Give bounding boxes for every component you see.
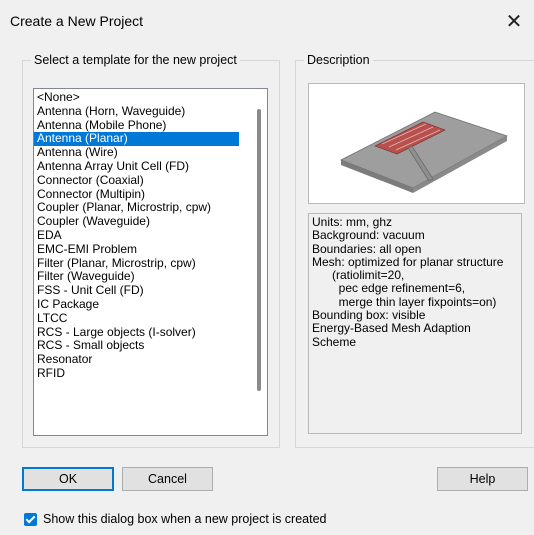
template-list-item[interactable]: Antenna (Mobile Phone) xyxy=(34,118,267,133)
help-button[interactable]: Help xyxy=(437,467,528,491)
description-group-legend: Description xyxy=(307,53,370,67)
title-bar: Create a New Project ✕ xyxy=(0,0,534,42)
template-list: <None> Antenna (Horn, Waveguide) Antenna (… xyxy=(34,89,267,381)
template-list-item[interactable]: RFID xyxy=(34,366,267,381)
description-line: Bounding box: visible xyxy=(312,308,426,323)
template-list-item[interactable]: Antenna (Planar) xyxy=(34,132,239,147)
close-icon[interactable]: ✕ xyxy=(500,8,528,36)
template-list-item[interactable]: Connector (Multipin) xyxy=(34,187,267,202)
template-list-item[interactable]: EMC-EMI Problem xyxy=(34,242,267,257)
checkbox-icon[interactable] xyxy=(24,512,37,526)
template-list-item[interactable]: Connector (Coaxial) xyxy=(34,173,267,188)
template-list-item[interactable]: Antenna (Wire) xyxy=(34,145,267,160)
template-list-item[interactable]: Antenna Array Unit Cell (FD) xyxy=(34,159,267,174)
template-list-item[interactable]: Filter (Waveguide) xyxy=(34,270,267,284)
template-list-item[interactable]: Resonator xyxy=(34,352,267,367)
template-list-item[interactable]: Antenna (Horn, Waveguide) xyxy=(34,104,267,119)
show-dialog-checkbox-label: Show this dialog box when a new project … xyxy=(43,512,327,526)
template-list-item[interactable]: LTCC xyxy=(34,311,267,326)
template-list-item[interactable]: Coupler (Waveguide) xyxy=(34,214,267,229)
cancel-button[interactable]: Cancel xyxy=(122,467,213,491)
template-list-item[interactable]: EDA xyxy=(34,228,267,243)
description-line: Scheme xyxy=(312,334,357,349)
template-group-legend: Select a template for the new project xyxy=(34,53,237,67)
planar-antenna-illustration xyxy=(340,111,508,193)
template-list-item[interactable]: Filter (Planar, Microstrip, cpw) xyxy=(34,256,267,271)
description-line: Mesh: optimized for planar structure xyxy=(312,254,504,269)
description-line: (ratiolimit=20, xyxy=(312,268,405,283)
template-list-item[interactable]: Coupler (Planar, Microstrip, cpw) xyxy=(34,201,267,215)
list-scrollbar[interactable] xyxy=(257,109,261,391)
description-line: Boundaries: all open xyxy=(312,241,422,256)
description-line: Units: mm, ghz xyxy=(312,215,393,229)
dialog-title: Create a New Project xyxy=(10,13,144,29)
description-text: Units: mm, ghz Background: vacuum Boundari… xyxy=(308,213,522,434)
description-line: Energy-Based Mesh Adaption xyxy=(312,321,471,336)
description-line: pec edge refinement=6, xyxy=(312,281,466,296)
show-dialog-checkbox-row[interactable]: Show this dialog box when a new project … xyxy=(24,511,327,527)
description-line: Background: vacuum xyxy=(312,228,425,243)
template-list-item[interactable]: RCS - Large objects (I-solver) xyxy=(34,325,267,340)
template-preview-image xyxy=(308,83,525,204)
description-line: merge thin layer fixpoints=on) xyxy=(312,294,497,309)
template-listbox[interactable]: <None> Antenna (Horn, Waveguide) Antenna (… xyxy=(33,88,268,436)
template-list-item[interactable]: <None> xyxy=(34,90,267,105)
template-list-item[interactable]: FSS - Unit Cell (FD) xyxy=(34,283,267,298)
ok-button[interactable]: OK xyxy=(22,467,114,491)
template-list-item[interactable]: RCS - Small objects xyxy=(34,339,267,353)
template-list-item[interactable]: IC Package xyxy=(34,297,267,312)
